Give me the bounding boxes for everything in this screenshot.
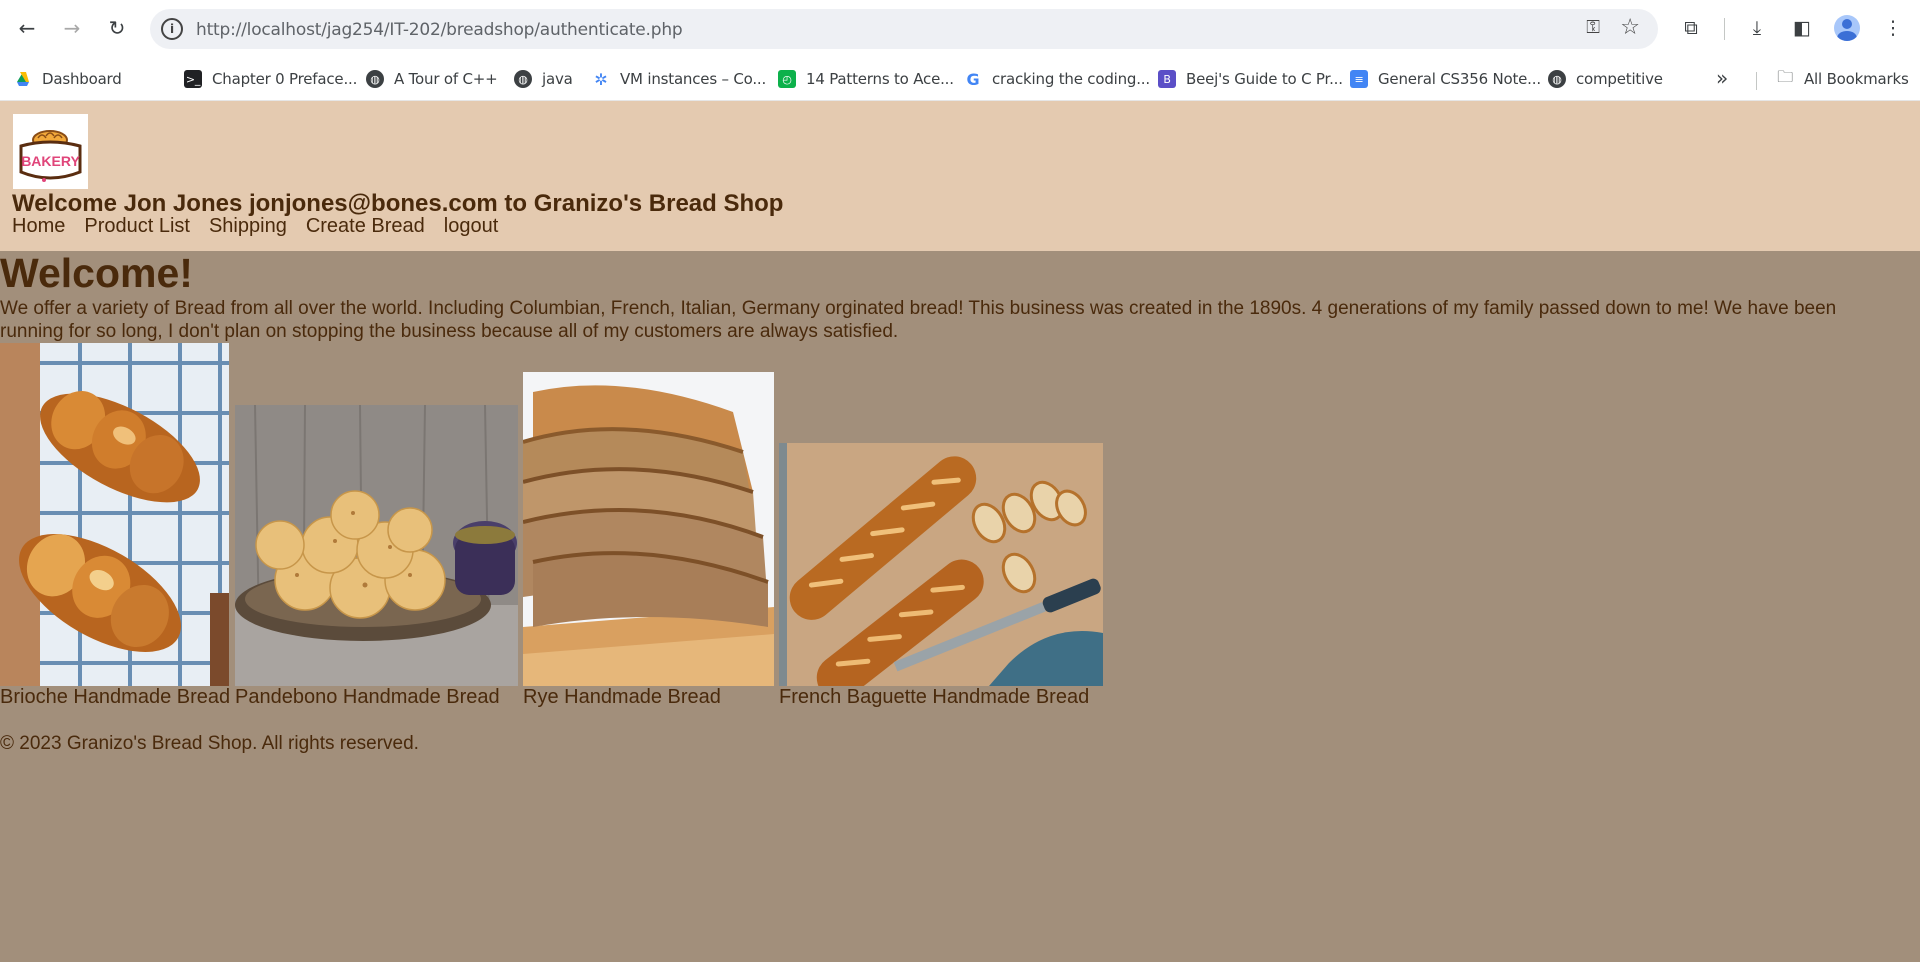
bookmark-cs356-notes[interactable]: ≡ General CS356 Note... <box>1350 68 1541 90</box>
nav-shipping[interactable]: Shipping <box>209 215 287 238</box>
nav-logout[interactable]: logout <box>444 215 499 238</box>
back-button[interactable]: ← <box>12 13 42 43</box>
bookmark-tour-of-cpp[interactable]: ◍ A Tour of C++ <box>366 68 498 90</box>
bread-caption-baguette: French Baguette Handmade Bread <box>779 686 1090 708</box>
browser-toolbar: ← → ↻ i http://localhost/jag254/IT-202/b… <box>0 0 1920 58</box>
bookmark-dashboard[interactable]: Dashboard <box>14 68 122 90</box>
bookmark-label: competitive <box>1576 70 1663 88</box>
bookmark-label: General CS356 Note... <box>1378 70 1541 88</box>
cloud-chip-icon: ✲ <box>594 69 608 89</box>
bread-caption-pandebono: Pandebono Handmade Bread <box>235 686 500 708</box>
site-header: BAKERY Welcome Jon Jones jonjones@bones.… <box>0 101 1920 251</box>
bookmark-label: 14 Patterns to Ace... <box>806 70 954 88</box>
docs-icon: ≡ <box>1350 70 1368 88</box>
bread-caption-brioche: Brioche Handmade Bread <box>0 686 231 708</box>
welcome-message: Welcome Jon Jones jonjones@bones.com to … <box>12 190 784 217</box>
bookmark-star-icon[interactable]: ☆ <box>1620 15 1640 40</box>
reload-icon: ↻ <box>108 16 126 40</box>
password-key-icon[interactable]: ⚿ <box>1586 17 1600 38</box>
bookmark-label: cracking the coding... <box>992 70 1150 88</box>
arrow-left-icon: ← <box>18 16 36 40</box>
bookmark-beej-guide[interactable]: B Beej's Guide to C Pr... <box>1158 68 1343 90</box>
globe-icon: ◍ <box>366 70 384 88</box>
download-icon[interactable]: ⤓ <box>1743 14 1771 42</box>
extensions-icon[interactable]: ⧉ <box>1677 14 1705 42</box>
bookmark-vm-instances[interactable]: ✲ VM instances – Co... <box>592 68 766 90</box>
bookmark-label: VM instances – Co... <box>620 70 767 88</box>
bookmarks-bar: Dashboard >_ Chapter 0 Preface... ◍ A To… <box>0 58 1920 101</box>
google-icon: G <box>966 69 980 89</box>
bookmark-chapter-0[interactable]: >_ Chapter 0 Preface... <box>184 68 357 90</box>
brioche-image <box>0 343 229 686</box>
google-drive-icon <box>17 72 29 86</box>
bookmark-cracking-coding[interactable]: G cracking the coding... <box>964 68 1151 90</box>
all-bookmarks-button[interactable]: 🗀 All Bookmarks <box>1776 66 1909 90</box>
bookmark-14-patterns[interactable]: ◴ 14 Patterns to Ace... <box>778 68 954 90</box>
toolbar-divider <box>1724 18 1725 40</box>
profile-avatar[interactable] <box>1834 15 1860 41</box>
baguette-image <box>779 443 1103 686</box>
intro-paragraph: We offer a variety of Bread from all ove… <box>0 298 1837 342</box>
folder-icon: 🗀 <box>1777 66 1793 86</box>
side-panel-icon[interactable]: ◧ <box>1788 14 1816 42</box>
logo-text: BAKERY <box>21 153 80 169</box>
menu-kebab-icon[interactable]: ⋮ <box>1879 14 1907 42</box>
nav-product-list[interactable]: Product List <box>84 215 190 238</box>
bookmark-label: A Tour of C++ <box>394 70 498 88</box>
bakery-logo: BAKERY <box>13 114 88 189</box>
site-nav: Home Product List Shipping Create Bread … <box>12 215 498 238</box>
bookmark-label: Dashboard <box>42 70 122 88</box>
globe-icon: ◍ <box>1548 70 1566 88</box>
bookmark-java[interactable]: ◍ java <box>514 68 573 90</box>
all-bookmarks-label: All Bookmarks <box>1804 70 1909 88</box>
bread-caption-rye: Rye Handmade Bread <box>523 686 721 708</box>
bookmark-competitive[interactable]: ◍ competitive <box>1548 68 1663 90</box>
site-info-icon[interactable]: i <box>161 18 183 40</box>
page-title: Welcome! <box>0 250 193 296</box>
arrow-right-icon: → <box>63 16 81 40</box>
bookmark-label: Chapter 0 Preface... <box>212 70 358 88</box>
footer-copyright: © 2023 Granizo's Bread Shop. All rights … <box>0 733 419 754</box>
terminal-icon: >_ <box>184 70 202 88</box>
reload-button[interactable]: ↻ <box>102 13 132 43</box>
globe-icon: ◍ <box>514 70 532 88</box>
rye-image <box>523 372 774 686</box>
bookmark-label: Beej's Guide to C Pr... <box>1186 70 1343 88</box>
beej-icon: B <box>1158 70 1176 88</box>
pandebono-image <box>235 405 518 686</box>
bookmarks-divider <box>1756 72 1757 90</box>
nav-home[interactable]: Home <box>12 215 65 238</box>
nav-create-bread[interactable]: Create Bread <box>306 215 425 238</box>
chevron-double-right-icon[interactable]: » <box>1716 66 1728 90</box>
bakery-logo-icon: BAKERY <box>19 130 82 182</box>
forward-button[interactable]: → <box>57 13 87 43</box>
address-bar[interactable]: i http://localhost/jag254/IT-202/breadsh… <box>150 9 1658 49</box>
url-text[interactable]: http://localhost/jag254/IT-202/breadshop… <box>196 20 683 40</box>
bookmark-label: java <box>542 70 573 88</box>
clock-icon: ◴ <box>778 70 796 88</box>
